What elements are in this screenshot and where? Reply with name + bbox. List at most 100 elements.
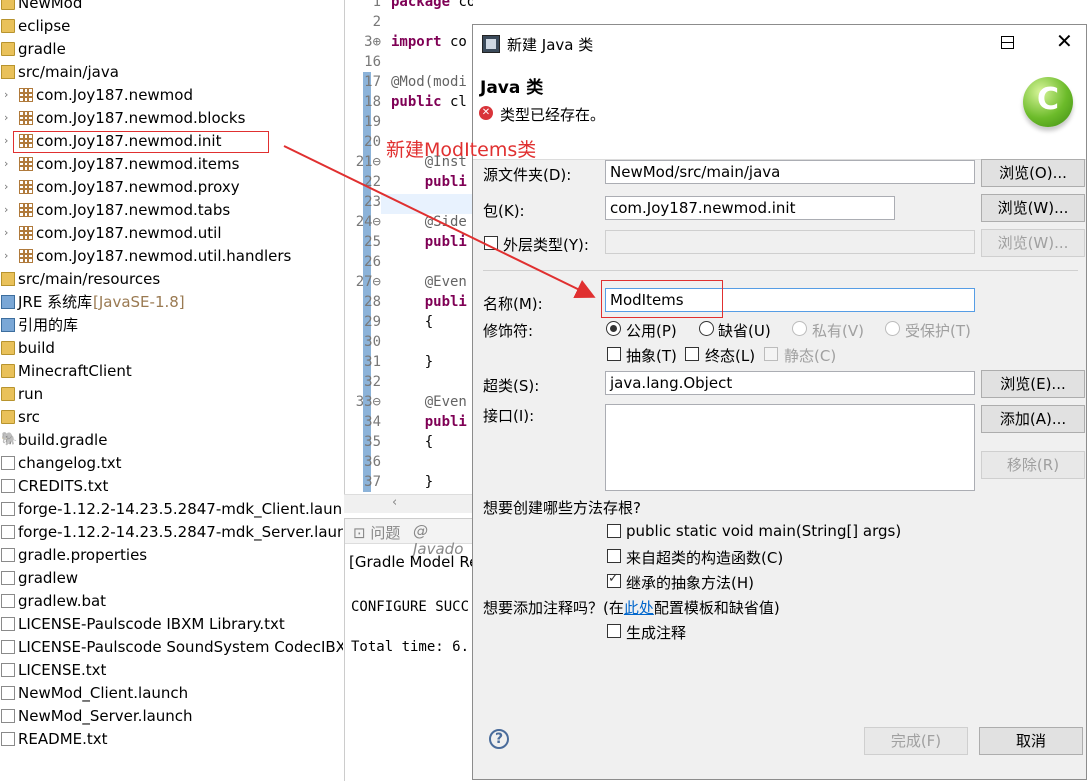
modifier-public-radio[interactable] xyxy=(606,321,621,336)
code-line[interactable]: public cl xyxy=(391,94,467,110)
dialog-banner: Java 类 ✕ 类型已经存在。 C xyxy=(473,63,1086,160)
file-item[interactable]: 🐘 build.gradle xyxy=(0,429,343,451)
browse-superclass-button[interactable]: 浏览(E)... xyxy=(981,370,1085,398)
code-line[interactable]: @Even xyxy=(391,274,467,290)
superclass-field[interactable]: java.lang.Object xyxy=(605,371,975,395)
close-icon[interactable]: ✕ xyxy=(1056,31,1073,51)
source-folder-field[interactable]: NewMod/src/main/java xyxy=(605,160,975,184)
folder-item[interactable]: gradle xyxy=(0,38,343,60)
file-item[interactable]: README.txt xyxy=(0,728,343,750)
browse-source-folder-button[interactable]: 浏览(O)... xyxy=(981,159,1085,187)
library-icon xyxy=(1,295,15,309)
code-line[interactable]: import co xyxy=(391,34,467,50)
package-item[interactable]: › com.Joy187.newmod.blocks xyxy=(0,107,343,129)
file-item[interactable]: gradlew.bat xyxy=(0,590,343,612)
code-line[interactable]: @Side xyxy=(391,214,467,230)
code-line[interactable]: @Mod(modi xyxy=(391,74,467,90)
folder-item[interactable]: src xyxy=(0,406,343,428)
package-item[interactable]: › com.Joy187.newmod.proxy xyxy=(0,176,343,198)
stub-constructors-checkbox[interactable] xyxy=(607,549,621,563)
file-item[interactable]: forge-1.12.2-14.23.5.2847-mdk_Client.lau… xyxy=(0,498,343,520)
file-item[interactable]: forge-1.12.2-14.23.5.2847-mdk_Server.lau… xyxy=(0,521,343,543)
line-number: 34 xyxy=(364,414,381,430)
expand-arrow-icon[interactable]: › xyxy=(4,176,14,198)
configure-templates-link[interactable]: 此处 xyxy=(624,599,654,617)
file-item[interactable]: gradle.properties xyxy=(0,544,343,566)
problems-tab[interactable]: ⊡ 问题 xyxy=(353,522,400,543)
line-number: 30 xyxy=(364,334,381,350)
final-label: 终态(L) xyxy=(705,347,756,365)
expand-arrow-icon[interactable]: › xyxy=(4,199,14,221)
code-line[interactable]: package com.Joy187.newmod; xyxy=(391,0,473,10)
expand-arrow-icon[interactable]: › xyxy=(4,245,14,267)
package-item[interactable]: › com.Joy187.newmod.tabs xyxy=(0,199,343,221)
editor-horizontal-scrollbar[interactable]: ‹ xyxy=(344,494,472,513)
file-icon xyxy=(1,732,15,746)
package-item[interactable]: › com.Joy187.newmod.util.handlers xyxy=(0,245,343,267)
stub-inherited-checkbox[interactable] xyxy=(607,571,621,588)
cancel-button[interactable]: 取消 xyxy=(979,727,1083,755)
abstract-checkbox[interactable] xyxy=(607,347,621,361)
code-line[interactable]: { xyxy=(391,314,433,330)
generate-comments-checkbox[interactable] xyxy=(607,624,621,638)
package-field[interactable]: com.Joy187.newmod.init xyxy=(605,196,895,220)
code-line[interactable]: } xyxy=(391,354,433,370)
code-line[interactable]: publi xyxy=(391,174,467,190)
file-item[interactable]: LICENSE-Paulscode IBXM Library.txt xyxy=(0,613,343,635)
expand-arrow-icon[interactable]: › xyxy=(4,222,14,244)
file-item[interactable]: NewMod_Server.launch xyxy=(0,705,343,727)
modifier-private-label: 私有(V) xyxy=(812,322,864,340)
package-item[interactable]: › com.Joy187.newmod.util xyxy=(0,222,343,244)
maximize-icon[interactable] xyxy=(1001,36,1014,49)
modifier-default-radio[interactable] xyxy=(699,321,714,336)
folder-item[interactable]: src/main/java xyxy=(0,61,343,83)
line-number: 29 xyxy=(364,314,381,330)
folder-item[interactable]: run xyxy=(0,383,343,405)
file-item[interactable]: changelog.txt xyxy=(0,452,343,474)
folder-item[interactable]: build xyxy=(0,337,343,359)
interfaces-list[interactable] xyxy=(605,404,975,491)
folder-item[interactable]: src/main/resources xyxy=(0,268,343,290)
file-icon xyxy=(1,686,15,700)
package-item[interactable]: › com.Joy187.newmod.items xyxy=(0,153,343,175)
browse-package-button[interactable]: 浏览(W)... xyxy=(981,194,1085,222)
stub-main-checkbox[interactable] xyxy=(607,524,621,538)
folder-item[interactable]: JRE 系统库 [JavaSE-1.8] xyxy=(0,291,343,313)
line-number: 25 xyxy=(364,234,381,250)
code-line[interactable]: publi xyxy=(391,234,467,250)
enclosing-type-checkbox[interactable] xyxy=(484,236,498,250)
expand-arrow-icon[interactable]: › xyxy=(4,153,14,175)
code-line[interactable]: publi xyxy=(391,414,467,430)
expand-arrow-icon[interactable]: › xyxy=(4,84,14,106)
problems-tab-label: 问题 xyxy=(370,524,401,542)
package-icon xyxy=(19,157,33,171)
folder-item[interactable]: NewMod xyxy=(0,0,343,14)
file-item[interactable]: gradlew xyxy=(0,567,343,589)
code-line[interactable]: publi xyxy=(391,294,467,310)
tree-item-label: LICENSE.txt xyxy=(18,661,107,679)
help-icon[interactable]: ? xyxy=(489,729,509,749)
folder-item[interactable]: MinecraftClient xyxy=(0,360,343,382)
console-panel: ⊡ 问题 @ Javado [Gradle Model Re CONFIGURE… xyxy=(344,518,473,781)
final-checkbox[interactable] xyxy=(685,347,699,361)
file-item[interactable]: CREDITS.txt xyxy=(0,475,343,497)
code-line[interactable]: } xyxy=(391,474,433,490)
dialog-titlebar[interactable]: 新建 Java 类 ✕ xyxy=(473,25,1086,63)
add-interface-button[interactable]: 添加(A)... xyxy=(981,405,1085,433)
modifier-public-label: 公用(P) xyxy=(626,322,677,340)
file-item[interactable]: NewMod_Client.launch xyxy=(0,682,343,704)
code-editor[interactable]: 1 package com.Joy187.newmod; 2 3⊕ import co 1… xyxy=(344,0,473,510)
line-number: 16 xyxy=(364,54,381,70)
expand-arrow-icon[interactable]: › xyxy=(4,107,14,129)
code-line[interactable]: { xyxy=(391,434,433,450)
folder-item[interactable]: eclipse xyxy=(0,15,343,37)
package-item[interactable]: › com.Joy187.newmod xyxy=(0,84,343,106)
file-item[interactable]: LICENSE.txt xyxy=(0,659,343,681)
source-folder-label: 源文件夹(D): xyxy=(483,166,572,184)
file-icon xyxy=(1,548,15,562)
file-item[interactable]: LICENSE-Paulscode SoundSystem CodecIBXM.… xyxy=(0,636,343,658)
modifier-protected-radio xyxy=(885,321,900,336)
folder-item[interactable]: 引用的库 xyxy=(0,314,343,336)
scroll-left-icon[interactable]: ‹ xyxy=(392,495,397,510)
code-line[interactable]: @Even xyxy=(391,394,467,410)
